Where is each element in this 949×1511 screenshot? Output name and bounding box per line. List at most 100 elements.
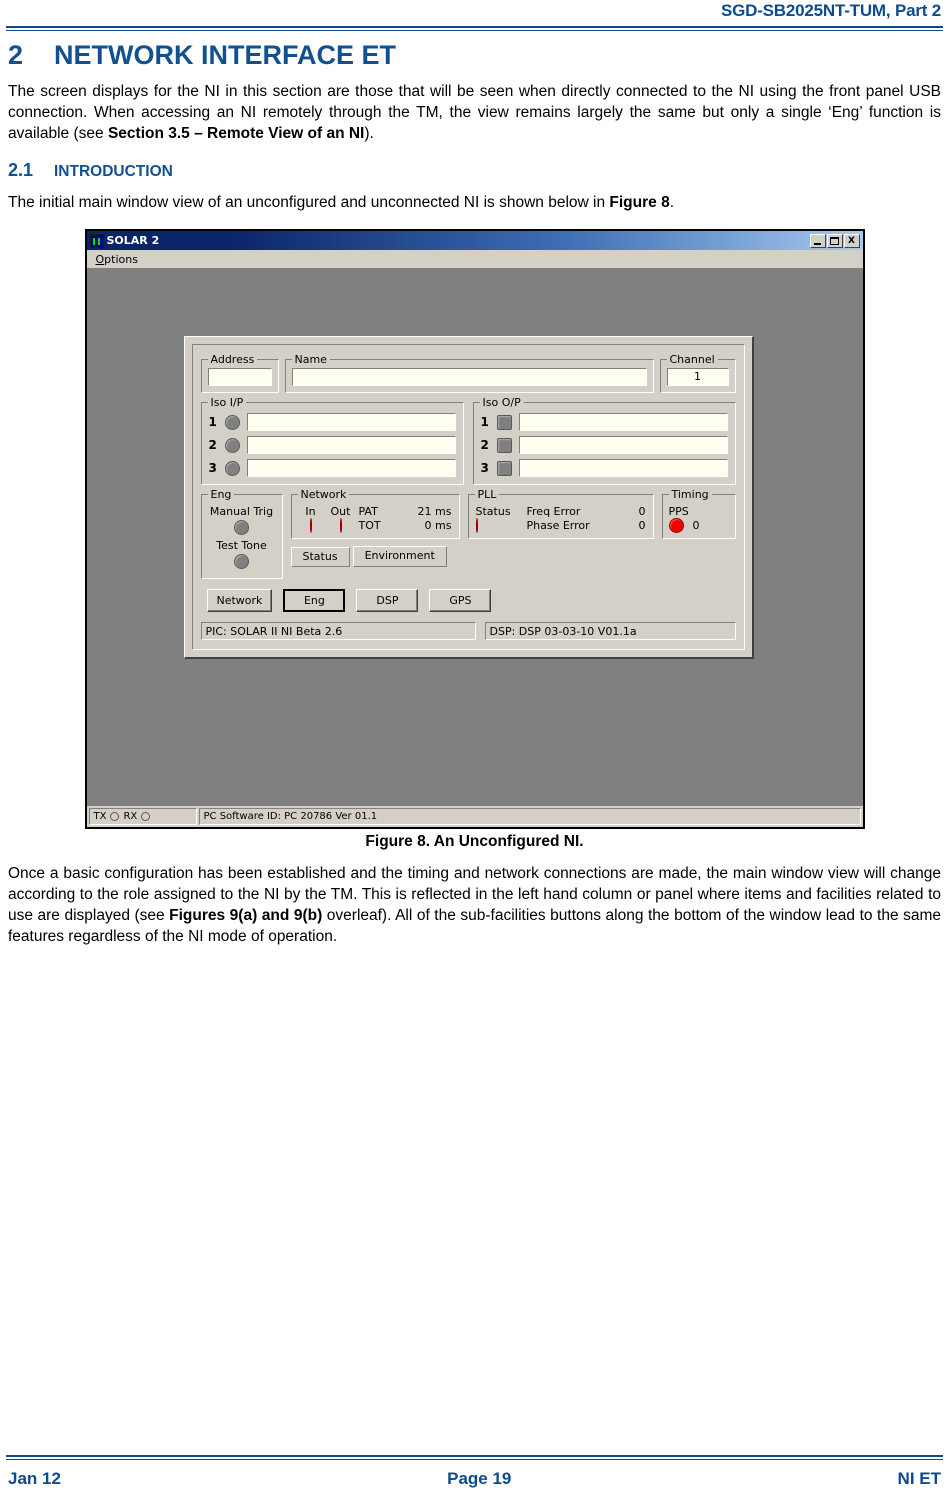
- footer-divider: [6, 1455, 943, 1460]
- figure-caption: Figure 8. An Unconfigured NI.: [365, 833, 584, 850]
- iso-output-toggle[interactable]: [496, 460, 512, 476]
- network-out-led-cell: [329, 518, 353, 533]
- address-group-label: Address: [207, 353, 258, 366]
- maximize-button[interactable]: [826, 233, 843, 248]
- status-middle-column: Network In Out PAT 21 ms TOT 0 ms PLL St…: [290, 488, 736, 567]
- test-tone-led[interactable]: [234, 554, 249, 569]
- channel-group: Channel 1: [659, 353, 736, 393]
- section-title: NETWORK INTERFACE ET: [54, 40, 396, 70]
- timing-group: Timing PPS 0: [661, 488, 736, 539]
- document-reference: SGD-SB2025NT-TUM, Part 2: [720, 1, 941, 20]
- indicator-row: Network In Out PAT 21 ms TOT 0 ms PLL St…: [290, 488, 736, 539]
- subsection-number: 2.1: [8, 160, 34, 180]
- iso-output-toggle[interactable]: [496, 437, 512, 453]
- iso-output-field[interactable]: [518, 436, 728, 454]
- facility-button-row: Network Eng DSP GPS: [201, 589, 736, 612]
- pll-grid: Status Freq Error 0 Phase Error 0: [475, 505, 646, 533]
- iso-output-number: 1: [480, 415, 489, 429]
- close-button[interactable]: X: [843, 233, 860, 248]
- main-panel: Address Name Channel 1 Iso I/P 1 2 3 Iso…: [183, 336, 754, 659]
- iso-input-number: 3: [208, 461, 217, 475]
- iso-output-toggle[interactable]: [496, 414, 512, 430]
- network-group-label: Network: [297, 488, 350, 501]
- iso-output-group: Iso O/P 1 2 3: [472, 396, 736, 485]
- main-panel-inner: Address Name Channel 1 Iso I/P 1 2 3 Iso…: [191, 344, 745, 650]
- intro-paragraph: The screen displays for the NI in this s…: [8, 81, 941, 144]
- subsection-heading: 2.1 INTRODUCTION: [8, 160, 941, 181]
- iso-output-field[interactable]: [518, 459, 728, 477]
- tx-led: [110, 812, 120, 821]
- iso-input-row: 3: [209, 459, 456, 477]
- identity-row: Address Name Channel 1: [200, 352, 736, 393]
- name-group: Name: [284, 353, 654, 393]
- network-tot-label: TOT: [358, 519, 381, 532]
- iso-input-group: Iso I/P 1 2 3: [200, 396, 464, 485]
- window-client-area: Address Name Channel 1 Iso I/P 1 2 3 Iso…: [86, 270, 863, 806]
- pic-version-field: PIC: SOLAR II NI Beta 2.6: [200, 622, 476, 640]
- pll-status-led-cell: [475, 518, 520, 533]
- status-row: Eng Manual Trig Test Tone Network In Out…: [200, 488, 736, 579]
- window-title: SOLAR 2: [106, 234, 160, 247]
- network-out-led: [339, 518, 342, 533]
- gps-button[interactable]: GPS: [429, 589, 492, 612]
- window-controls: X: [809, 233, 860, 248]
- iso-output-number: 2: [480, 438, 489, 452]
- iso-output-row: 3: [481, 459, 728, 477]
- tx-label: TX: [93, 810, 107, 822]
- iso-input-field[interactable]: [246, 413, 456, 431]
- section-heading: 2 NETWORK INTERFACE ET: [8, 40, 941, 71]
- figures-9-reference: Figures 9(a) and 9(b): [169, 907, 323, 924]
- post-figure-paragraph: Once a basic configuration has been esta…: [8, 863, 941, 947]
- test-tone-label: Test Tone: [216, 539, 267, 552]
- iso-input-led: [224, 437, 240, 453]
- eng-button[interactable]: Eng: [283, 589, 346, 612]
- close-icon: X: [848, 235, 855, 246]
- tab-status[interactable]: Status: [290, 547, 350, 567]
- page-footer: Jan 12 Page 19 NI ET: [0, 1449, 949, 1511]
- minimize-button[interactable]: [809, 233, 826, 248]
- iso-input-field[interactable]: [246, 436, 456, 454]
- tab-strip: Status Environment: [290, 546, 736, 567]
- footer-row: Jan 12 Page 19 NI ET: [8, 1469, 941, 1489]
- iso-input-field[interactable]: [246, 459, 456, 477]
- network-in-led-cell: [299, 518, 323, 533]
- iso-output-row: 2: [481, 436, 728, 454]
- window-statusbar: TX RX PC Software ID: PC 20786 Ver 01.1: [86, 806, 863, 827]
- subsection-title: INTRODUCTION: [54, 163, 173, 180]
- application-icon: [89, 233, 104, 248]
- network-grid: In Out PAT 21 ms TOT 0 ms: [299, 505, 452, 533]
- iso-input-row: 1: [209, 413, 456, 431]
- section-number: 2: [8, 40, 24, 70]
- pps-row: 0: [668, 518, 729, 533]
- menu-item-options[interactable]: Options: [91, 252, 143, 267]
- iso-output-field[interactable]: [518, 413, 728, 431]
- manual-trig-label: Manual Trig: [209, 505, 274, 518]
- version-info-bar: PIC: SOLAR II NI Beta 2.6 DSP: DSP 03-03…: [200, 622, 736, 640]
- pll-status-label: Status: [475, 505, 511, 518]
- pll-group: PLL Status Freq Error 0 Phase Error 0: [467, 488, 654, 539]
- name-group-label: Name: [291, 353, 330, 366]
- iso-input-led: [224, 460, 240, 476]
- channel-group-label: Channel: [666, 353, 718, 366]
- tab-environment[interactable]: Environment: [352, 546, 447, 567]
- dsp-version-field: DSP: DSP 03-03-10 V01.1a: [484, 622, 736, 640]
- manual-trig-led[interactable]: [234, 520, 249, 535]
- intro-ref-bold: Section 3.5 – Remote View of an NI: [107, 125, 365, 142]
- network-button[interactable]: Network: [206, 589, 273, 612]
- name-input[interactable]: [291, 368, 647, 386]
- page-content: 2 NETWORK INTERFACE ET The screen display…: [8, 40, 941, 959]
- network-out-label: Out: [330, 505, 351, 518]
- figure-reference: Figure 8: [609, 194, 670, 211]
- address-input[interactable]: [207, 368, 272, 386]
- subsection-paragraph: The initial main window view of an uncon…: [8, 192, 941, 213]
- txrx-indicator-cell: TX RX: [88, 808, 197, 825]
- network-in-label: In: [305, 505, 316, 518]
- dsp-button[interactable]: DSP: [356, 589, 419, 612]
- figure-container: SOLAR 2 X Options Address Name Channel 1…: [8, 229, 941, 829]
- network-in-led: [309, 518, 312, 533]
- pll-group-label: PLL: [474, 488, 500, 501]
- eng-group-label: Eng: [207, 488, 235, 501]
- iso-input-number: 1: [208, 415, 217, 429]
- channel-input[interactable]: 1: [666, 368, 729, 386]
- pps-value: 0: [692, 519, 700, 532]
